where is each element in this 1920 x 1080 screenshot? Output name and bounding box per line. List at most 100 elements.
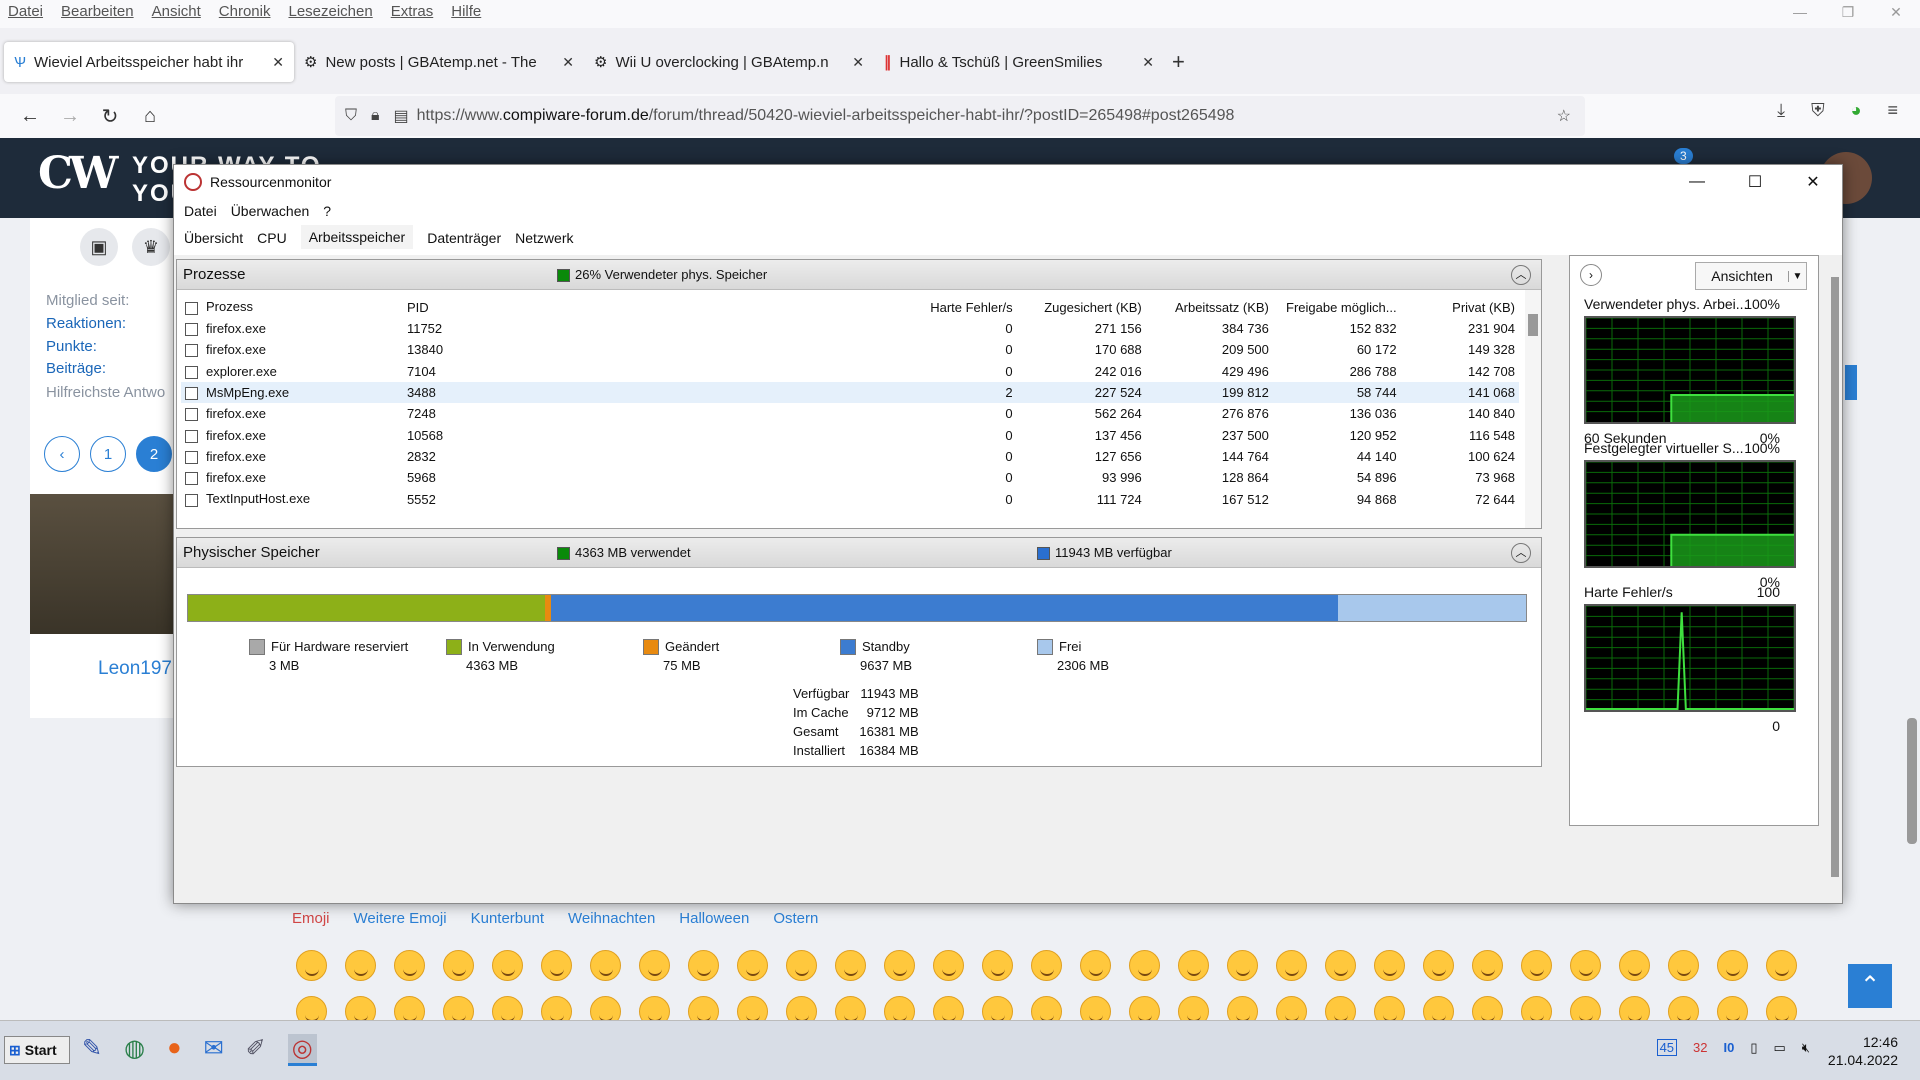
smiley-emoji-icon[interactable] (1276, 996, 1307, 1020)
menu-datei[interactable]: Datei (8, 3, 43, 25)
smiley-emoji-icon[interactable] (737, 996, 768, 1020)
tab-cpu[interactable]: CPU (257, 230, 287, 246)
emoji-tab-halloween[interactable]: Halloween (679, 910, 749, 927)
smiley-emoji-icon[interactable] (1374, 950, 1405, 981)
smiley-emoji-icon[interactable] (688, 950, 719, 981)
table-row[interactable]: firefox.exe 7248 0 562 264 276 876 136 036 140… (181, 403, 1519, 424)
smiley-emoji-icon[interactable] (933, 950, 964, 981)
smiley-emoji-icon[interactable] (1178, 996, 1209, 1020)
extension-globe-icon[interactable]: ◕ (1851, 100, 1862, 121)
row-checkbox[interactable] (185, 387, 198, 401)
thunderbird-app-icon[interactable]: ✉ (204, 1034, 224, 1066)
scroll-thumb[interactable] (1831, 277, 1839, 877)
smiley-emoji-icon[interactable] (1668, 950, 1699, 981)
smiley-emoji-icon[interactable] (1717, 996, 1748, 1020)
posts-label[interactable]: Beiträge: (46, 360, 106, 377)
smiley-emoji-icon[interactable] (492, 996, 523, 1020)
back-icon[interactable]: ← (10, 105, 50, 128)
smiley-emoji-icon[interactable] (541, 996, 572, 1020)
menu-bearbeiten[interactable]: Bearbeiten (61, 3, 134, 25)
emoji-tab-ostern[interactable]: Ostern (773, 910, 818, 927)
smiley-emoji-icon[interactable] (1423, 996, 1454, 1020)
smiley-emoji-icon[interactable] (1325, 950, 1356, 981)
scroll-top-button[interactable]: ⌃ (1848, 964, 1892, 1008)
site-logo[interactable]: CW (38, 148, 118, 199)
close-icon[interactable]: ✕ (1784, 165, 1842, 199)
smiley-emoji-icon[interactable] (884, 996, 915, 1020)
expand-arrow-icon[interactable]: › (1580, 264, 1602, 286)
close-tab-icon[interactable]: ✕ (1142, 54, 1154, 71)
process-scrollbar[interactable] (1525, 290, 1541, 528)
browser-tab-2[interactable]: ⚙ New posts | GBAtemp.net - The ✕ (294, 42, 584, 82)
smiley-emoji-icon[interactable] (982, 996, 1013, 1020)
address-bar[interactable]: ⛉ 🔒︎ ▤ https://www.compiware-forum.de/fo… (335, 96, 1585, 136)
page-scrollbar[interactable] (1907, 718, 1917, 844)
smiley-emoji-icon[interactable] (1570, 996, 1601, 1020)
smiley-emoji-icon[interactable] (1521, 996, 1552, 1020)
table-row[interactable]: firefox.exe 13840 0 170 688 209 500 60 172 149… (181, 339, 1519, 360)
network-app-icon[interactable]: ◍ (124, 1034, 145, 1066)
download-icon[interactable]: ⤓ (1777, 100, 1785, 121)
emoji-tab-weihnachten[interactable]: Weihnachten (568, 910, 655, 927)
lock-icon[interactable]: 🔒︎ (371, 107, 380, 125)
smiley-emoji-icon[interactable] (835, 950, 866, 981)
col-arbeitssatz[interactable]: Arbeitssatz (KB) (1146, 296, 1273, 318)
dropdown-arrow-icon[interactable]: ▼ (1788, 270, 1806, 282)
row-checkbox[interactable] (185, 429, 198, 443)
col-freigabe[interactable]: Freigabe möglich... (1273, 296, 1401, 318)
smiley-emoji-icon[interactable] (541, 950, 572, 981)
ublock-icon[interactable]: ⛨ (1811, 100, 1825, 121)
collapse-icon[interactable]: ︿ (1511, 265, 1531, 285)
username-link[interactable]: Leon197 (98, 658, 172, 680)
smiley-emoji-icon[interactable] (1472, 950, 1503, 981)
reader-icon[interactable]: ▤ (394, 106, 409, 126)
smiley-emoji-icon[interactable] (296, 996, 327, 1020)
menu-lesezeichen[interactable]: Lesezeichen (288, 3, 372, 25)
close-tab-icon[interactable]: ✕ (562, 54, 574, 71)
emoji-tab-emoji[interactable]: Emoji (292, 910, 330, 927)
scroll-thumb[interactable] (1528, 314, 1538, 336)
smiley-emoji-icon[interactable] (1129, 996, 1160, 1020)
browser-tab-4[interactable]: ∥ Hallo & Tschüß | GreenSmilies ✕ (874, 42, 1164, 82)
browser-tab-1[interactable]: Ѱ Wieviel Arbeitsspeicher habt ihr ✕ (4, 42, 294, 82)
smiley-emoji-icon[interactable] (1374, 996, 1405, 1020)
forward-icon[interactable]: → (50, 105, 90, 128)
clock[interactable]: 12:46 21.04.2022 (1828, 1033, 1898, 1069)
smiley-emoji-icon[interactable] (1080, 950, 1111, 981)
smiley-emoji-icon[interactable] (590, 950, 621, 981)
emoji-tab-kunterbunt[interactable]: Kunterbunt (471, 910, 544, 927)
smiley-emoji-icon[interactable] (1423, 950, 1454, 981)
resource-monitor-app-icon[interactable]: ◎ (287, 1034, 317, 1066)
smiley-emoji-icon[interactable] (1031, 950, 1062, 981)
menu-hilfe[interactable]: Hilfe (451, 3, 481, 25)
rm-menu-ueberwachen[interactable]: Überwachen (231, 203, 310, 219)
smiley-emoji-icon[interactable] (1227, 950, 1258, 981)
smiley-emoji-icon[interactable] (394, 996, 425, 1020)
minimize-icon[interactable]: — (1668, 165, 1726, 199)
table-row[interactable]: firefox.exe 10568 0 137 456 237 500 120 952 11… (181, 424, 1519, 445)
smiley-emoji-icon[interactable] (1766, 996, 1797, 1020)
shield-icon[interactable]: ⛉ (345, 107, 357, 125)
row-checkbox[interactable] (185, 408, 198, 422)
hamburger-menu-icon[interactable]: ≡ (1887, 100, 1898, 121)
smiley-emoji-icon[interactable] (1521, 950, 1552, 981)
menu-extras[interactable]: Extras (391, 3, 434, 25)
browser-tab-3[interactable]: ⚙ Wii U overclocking | GBAtemp.n ✕ (584, 42, 874, 82)
col-privat[interactable]: Privat (KB) (1401, 296, 1519, 318)
smiley-emoji-icon[interactable] (1668, 996, 1699, 1020)
table-row[interactable]: firefox.exe 2832 0 127 656 144 764 44 140 100 … (181, 446, 1519, 467)
smiley-emoji-icon[interactable] (296, 950, 327, 981)
table-row[interactable]: firefox.exe 11752 0 271 156 384 736 152 832 23… (181, 318, 1519, 339)
smiley-emoji-icon[interactable] (1619, 996, 1650, 1020)
menu-chronik[interactable]: Chronik (219, 3, 271, 25)
reload-icon[interactable]: ↻ (90, 104, 130, 129)
tab-uebersicht[interactable]: Übersicht (184, 230, 243, 246)
smiley-emoji-icon[interactable] (1717, 950, 1748, 981)
tab-netzwerk[interactable]: Netzwerk (515, 230, 573, 246)
row-checkbox[interactable] (185, 450, 198, 464)
rm-menu-help[interactable]: ? (323, 203, 331, 219)
smiley-emoji-icon[interactable] (1570, 950, 1601, 981)
tab-arbeitsspeicher[interactable]: Arbeitsspeicher (300, 225, 414, 251)
smiley-emoji-icon[interactable] (786, 950, 817, 981)
select-all-checkbox[interactable] (185, 301, 198, 315)
